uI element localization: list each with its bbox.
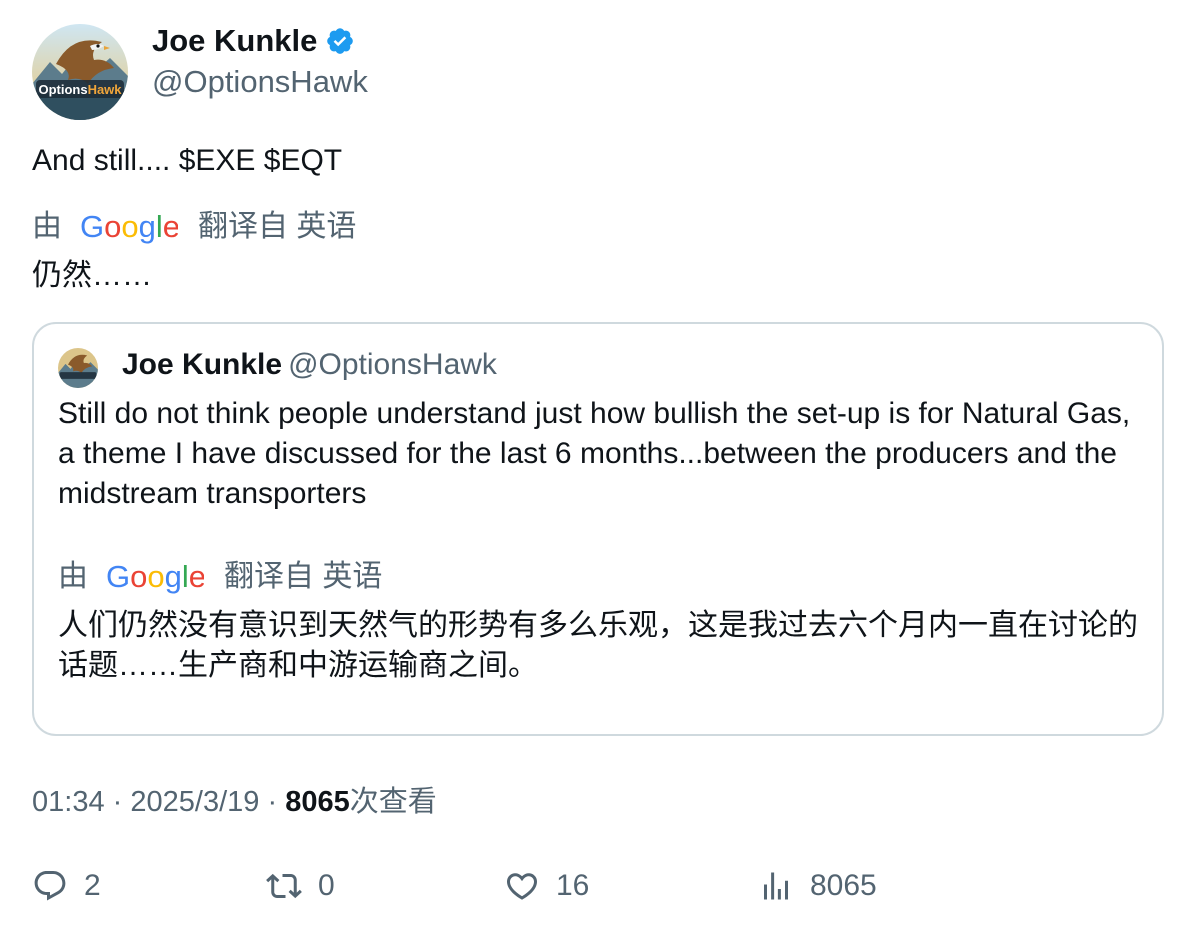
views-count: 8065: [285, 786, 350, 818]
retweet-count: 0: [318, 869, 335, 902]
heart-icon: [506, 873, 538, 900]
author-name[interactable]: Joe Kunkle: [152, 22, 317, 60]
quoted-author-handle: @OptionsHawk: [288, 348, 497, 381]
quoted-tweet-header: Joe Kunkle @OptionsHawk: [122, 346, 497, 384]
action-bar: 2 0 16 8065: [32, 868, 1164, 912]
retweet-button[interactable]: 0: [266, 868, 335, 904]
avatar-brand-text: OptionsHawk: [38, 82, 122, 97]
retweet-icon: [266, 873, 302, 899]
meta-separator: ·: [267, 786, 278, 818]
reply-icon: [34, 871, 66, 901]
author-name-row: Joe Kunkle: [152, 22, 368, 60]
google-logo-icon: Google: [106, 560, 204, 594]
quoted-author-avatar: [58, 348, 98, 388]
quoted-tweet-text: Still do not think people understand jus…: [58, 397, 1131, 510]
quoted-author-name: Joe Kunkle: [122, 348, 283, 381]
author-avatar[interactable]: OptionsHawk: [32, 24, 128, 120]
like-button[interactable]: 16: [504, 868, 589, 904]
author-info: Joe Kunkle @OptionsHawk: [152, 22, 368, 101]
views-button[interactable]: 8065: [758, 868, 877, 904]
svg-text:Google: Google: [80, 210, 178, 244]
quoted-avatar-image: [58, 348, 98, 388]
translated-from-language[interactable]: 翻译自 英语: [198, 208, 356, 246]
analytics-icon: [764, 872, 788, 900]
views-action-count: 8065: [810, 869, 877, 902]
translated-by-label: 由: [32, 210, 62, 243]
google-logo-icon: Google: [80, 210, 178, 244]
tweet-time[interactable]: 01:34: [32, 786, 105, 818]
quoted-tweet-card[interactable]: Joe Kunkle @OptionsHawk Still do not thin…: [32, 322, 1164, 736]
tweet-text: And still.... $EXE $EQT: [32, 144, 343, 177]
svg-text:Google: Google: [106, 560, 204, 594]
like-count: 16: [556, 869, 590, 902]
verified-badge-icon[interactable]: [325, 26, 355, 56]
views-label: 次查看: [349, 786, 437, 818]
author-handle[interactable]: @OptionsHawk: [152, 63, 368, 101]
reply-count: 2: [84, 869, 101, 902]
tweet-translated-text: 仍然……: [32, 259, 152, 292]
tweet-meta: 01:34 · 2025/3/19 · 8065次查看: [32, 783, 437, 821]
quoted-translation-attribution: 由 Google 翻译自 英语: [58, 558, 382, 596]
avatar-image: OptionsHawk: [32, 24, 128, 120]
meta-separator: ·: [112, 786, 123, 818]
reply-button[interactable]: 2: [32, 868, 101, 904]
quoted-tweet-translated-text: 人们仍然没有意识到天然气的形势有多么乐观，这是我过去六个月内一直在讨论的话题………: [58, 609, 1138, 682]
translation-attribution: 由 Google 翻译自 英语: [32, 208, 356, 246]
quoted-translated-from-language[interactable]: 翻译自 英语: [224, 558, 382, 596]
tweet-date[interactable]: 2025/3/19: [130, 786, 259, 818]
quoted-translated-by-label: 由: [58, 560, 88, 593]
